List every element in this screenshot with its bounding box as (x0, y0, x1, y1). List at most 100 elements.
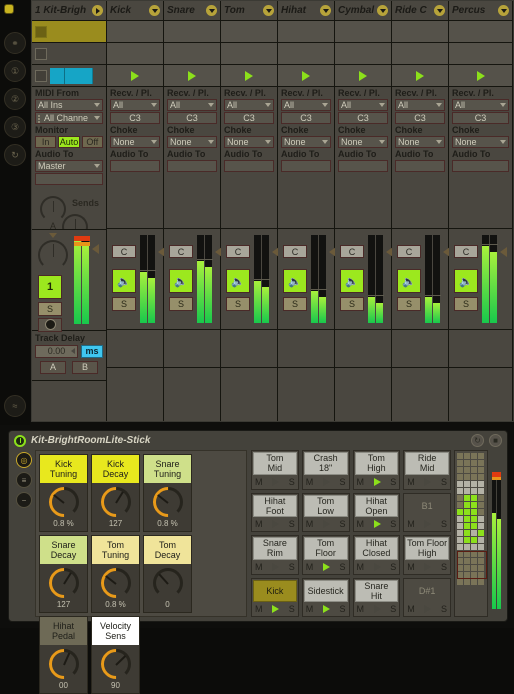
overview-cell[interactable] (457, 495, 463, 501)
clip-slot[interactable] (164, 21, 220, 43)
overview-cell[interactable] (457, 474, 463, 480)
clip-stop-square[interactable] (35, 69, 47, 82)
track-dropdown-icon[interactable] (206, 5, 217, 16)
overview-cell[interactable] (478, 453, 484, 459)
overview-cell[interactable] (478, 502, 484, 508)
overview-cell[interactable] (471, 579, 477, 585)
audio-to-select[interactable] (452, 160, 509, 172)
pad-solo-button[interactable]: S (441, 604, 447, 614)
overview-cell[interactable] (464, 453, 470, 459)
drum-pad[interactable]: Tom Mid M S (251, 450, 299, 490)
pan-display[interactable]: C (397, 245, 421, 258)
pad-mute-button[interactable]: M (306, 477, 314, 487)
clip-slot[interactable] (392, 21, 448, 43)
drum-pad[interactable]: Tom Floor High M S (403, 535, 451, 575)
pan-knob[interactable] (38, 239, 68, 270)
choke-select[interactable]: None (338, 136, 388, 148)
overview-cell[interactable] (478, 467, 484, 473)
monitor-off-button[interactable]: Off (81, 136, 103, 148)
recv-select[interactable]: All (110, 99, 160, 111)
drum-pad-label[interactable]: Snare Rim (253, 537, 297, 560)
note-field[interactable]: C3 (224, 112, 274, 124)
overview-cell[interactable] (471, 453, 477, 459)
pad-preview-icon[interactable] (424, 562, 432, 571)
pan-display[interactable]: C (340, 245, 364, 258)
overview-cell[interactable] (457, 516, 463, 522)
overview-cell[interactable] (464, 530, 470, 536)
volume-handle[interactable] (500, 247, 507, 257)
track-dropdown-icon[interactable] (320, 5, 331, 16)
pad-solo-button[interactable]: S (289, 519, 295, 529)
pad-preview-icon[interactable] (272, 477, 280, 486)
drum-pad[interactable]: Tom High M S (352, 450, 401, 490)
solo-button[interactable]: S (283, 297, 307, 311)
pan-display[interactable]: C (454, 245, 478, 258)
drum-pad[interactable]: Hihat Closed M S (352, 535, 401, 575)
pad-mute-button[interactable]: M (255, 562, 263, 572)
overview-cell[interactable] (457, 509, 463, 515)
choke-select[interactable]: None (281, 136, 331, 148)
overview-cell[interactable] (471, 530, 477, 536)
track-dropdown-icon[interactable] (263, 5, 274, 16)
chain-list-icon[interactable]: ≡ (16, 472, 32, 488)
overview-cell[interactable] (457, 453, 463, 459)
clip-slot[interactable] (335, 43, 391, 65)
drum-pad[interactable]: Sidestick M S (301, 577, 350, 617)
overview-cell[interactable] (471, 537, 477, 543)
overview-cell[interactable] (457, 467, 463, 473)
clip-play-icon[interactable] (416, 70, 424, 81)
clip-play-icon[interactable] (188, 70, 196, 81)
track-dropdown-icon[interactable] (498, 5, 509, 16)
overview-cell[interactable] (471, 474, 477, 480)
note-field[interactable]: C3 (167, 112, 217, 124)
drum-pad-label[interactable]: Tom Floor (303, 537, 348, 560)
clip-stop-square[interactable] (35, 25, 47, 38)
overview-cell[interactable] (464, 474, 470, 480)
track-name-cell[interactable]: Snare (164, 1, 220, 21)
pad-preview-icon[interactable] (272, 562, 280, 571)
overview-cell[interactable] (464, 495, 470, 501)
pad-mute-button[interactable]: M (357, 562, 365, 572)
overview-cell[interactable] (471, 502, 477, 508)
clip-slot[interactable] (221, 43, 277, 65)
pad-mute-button[interactable]: M (357, 519, 365, 529)
drum-pad[interactable]: Crash 18" M S (301, 450, 350, 490)
macro-knob[interactable] (94, 561, 137, 605)
track-activator[interactable]: 🔈 (454, 269, 478, 293)
overview-cell[interactable] (457, 530, 463, 536)
overview-cell[interactable] (471, 488, 477, 494)
recv-select[interactable]: All (395, 99, 445, 111)
drum-pad-label[interactable]: Tom High (354, 452, 399, 475)
circle-2-icon[interactable]: ② (4, 88, 26, 110)
overview-cell[interactable] (464, 481, 470, 487)
pan-display[interactable]: C (226, 245, 250, 258)
macro-knob[interactable] (42, 642, 85, 686)
pad-mute-button[interactable]: M (255, 477, 263, 487)
clip-play-icon[interactable] (245, 70, 253, 81)
track-dropdown-icon[interactable] (149, 5, 160, 16)
drum-pad-label[interactable]: Kick (253, 579, 297, 602)
recv-select[interactable]: All (224, 99, 274, 111)
overview-cell[interactable] (471, 467, 477, 473)
recv-select[interactable]: All (281, 99, 331, 111)
drum-pad-label[interactable]: Hihat Closed (354, 537, 399, 560)
clip-slot[interactable] (221, 65, 277, 87)
pad-solo-button[interactable]: S (441, 562, 447, 572)
device-save-icon[interactable]: ■ (489, 434, 502, 447)
track-name-cell[interactable]: Hihat (278, 1, 334, 21)
macro-label[interactable]: Velocity Sens (92, 617, 139, 645)
monitor-in-button[interactable]: In (35, 136, 57, 148)
circle-3-icon[interactable]: ③ (4, 116, 26, 138)
clip-slot[interactable] (221, 21, 277, 43)
clip-slot[interactable] (107, 21, 163, 43)
solo-button[interactable]: S (397, 297, 421, 311)
track-activator[interactable]: 1 (38, 274, 62, 299)
drum-pad-label[interactable]: Tom Low (303, 494, 348, 517)
note-field[interactable]: C3 (395, 112, 445, 124)
pad-preview-icon[interactable] (373, 562, 381, 571)
overview-cell[interactable] (471, 509, 477, 515)
overview-cell[interactable] (464, 523, 470, 529)
pad-mute-button[interactable]: M (407, 477, 415, 487)
drum-pad[interactable]: Snare Hit M S (352, 577, 401, 617)
overview-cell[interactable] (464, 467, 470, 473)
